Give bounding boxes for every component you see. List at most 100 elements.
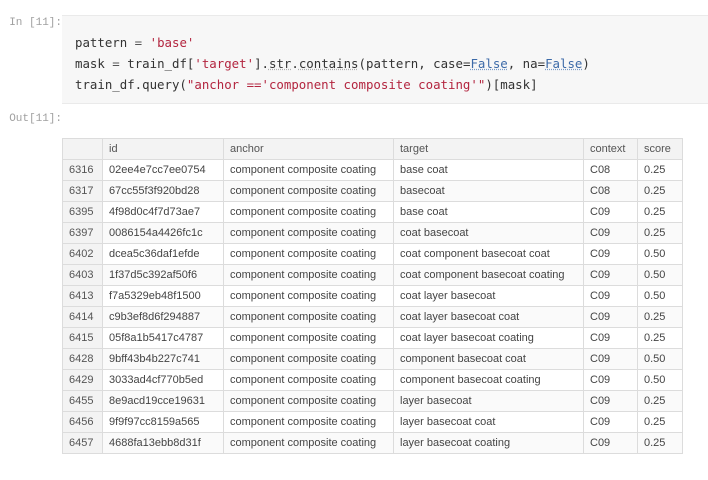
anchor-cell: component composite coating bbox=[223, 222, 394, 244]
anchor-cell: component composite coating bbox=[223, 180, 394, 202]
code-token: )[mask] bbox=[485, 77, 538, 92]
code-token: (pattern, case= bbox=[358, 56, 471, 71]
code-token: contains bbox=[298, 56, 359, 71]
id-cell: 9f9f97cc8159a565 bbox=[102, 411, 224, 433]
row-index-cell: 6455 bbox=[62, 390, 103, 412]
table-row: 6403 1f37d5c392af50f6 component composite … bbox=[62, 264, 683, 286]
code-token: str bbox=[268, 56, 292, 71]
code-token: train_df[ bbox=[127, 56, 195, 71]
target-cell: base coat bbox=[393, 201, 584, 223]
id-cell: f7a5329eb48f1500 bbox=[102, 285, 224, 307]
context-cell: C09 bbox=[583, 348, 638, 370]
anchor-cell: component composite coating bbox=[223, 306, 394, 328]
code-line-3: train_df.query("anchor =='component comp… bbox=[75, 74, 590, 95]
row-index-cell: 6397 bbox=[62, 222, 103, 244]
code-token: 'base' bbox=[149, 35, 195, 50]
code-token: , na= bbox=[507, 56, 546, 71]
score-cell: 0.25 bbox=[637, 306, 683, 328]
table-row: 6395 4f98d0c4f7d73ae7 component composite … bbox=[62, 201, 683, 223]
output-area: id anchor target context score 6316 02ee4… bbox=[62, 138, 683, 454]
target-cell: layer basecoat coat bbox=[393, 411, 584, 433]
code-token: = bbox=[104, 56, 128, 71]
context-cell: C09 bbox=[583, 306, 638, 328]
code-line-2: mask = train_df['target'].str.contains(p… bbox=[75, 53, 590, 74]
code-token: ]. bbox=[254, 56, 269, 71]
score-cell: 0.25 bbox=[637, 180, 683, 202]
context-cell: C08 bbox=[583, 159, 638, 181]
id-cell: dcea5c36daf1efde bbox=[102, 243, 224, 265]
anchor-cell: component composite coating bbox=[223, 369, 394, 391]
target-cell: component basecoat coating bbox=[393, 369, 584, 391]
row-index-cell: 6413 bbox=[62, 285, 103, 307]
row-index-cell: 6317 bbox=[62, 180, 103, 202]
score-cell: 0.25 bbox=[637, 390, 683, 412]
table-header: id anchor target context score bbox=[62, 138, 683, 160]
anchor-cell: component composite coating bbox=[223, 411, 394, 433]
score-cell: 0.25 bbox=[637, 432, 683, 454]
context-cell: C09 bbox=[583, 264, 638, 286]
table-row: 6428 9bff43b4b227c741 component composite … bbox=[62, 348, 683, 370]
table-row: 6316 02ee4e7cc7ee0754 component composite … bbox=[62, 159, 683, 181]
context-cell: C09 bbox=[583, 327, 638, 349]
row-index-cell: 6402 bbox=[62, 243, 103, 265]
row-index-cell: 6395 bbox=[62, 201, 103, 223]
target-cell: coat component basecoat coat bbox=[393, 243, 584, 265]
target-cell: component basecoat coat bbox=[393, 348, 584, 370]
id-cell: 4f98d0c4f7d73ae7 bbox=[102, 201, 224, 223]
target-cell: coat layer basecoat coat bbox=[393, 306, 584, 328]
code-token: "anchor =='component composite coating'" bbox=[186, 77, 486, 92]
target-cell: coat component basecoat coating bbox=[393, 264, 584, 286]
context-cell: C09 bbox=[583, 222, 638, 244]
code-token: False bbox=[470, 56, 508, 71]
code-lines: pattern = 'base' mask = train_df['target'… bbox=[75, 32, 590, 95]
target-cell: base coat bbox=[393, 159, 584, 181]
id-cell: 9bff43b4b227c741 bbox=[102, 348, 224, 370]
context-cell: C09 bbox=[583, 201, 638, 223]
table-row: 6415 05f8a1b5417c4787 component composite … bbox=[62, 327, 683, 349]
id-cell: 67cc55f3f920bd28 bbox=[102, 180, 224, 202]
id-cell: 02ee4e7cc7ee0754 bbox=[102, 159, 224, 181]
code-token: 'target' bbox=[194, 56, 255, 71]
context-cell: C09 bbox=[583, 432, 638, 454]
target-cell: layer basecoat bbox=[393, 390, 584, 412]
table-row: 6429 3033ad4cf770b5ed component composite … bbox=[62, 369, 683, 391]
target-cell: layer basecoat coating bbox=[393, 432, 584, 454]
score-cell: 0.25 bbox=[637, 159, 683, 181]
score-cell: 0.25 bbox=[637, 201, 683, 223]
header-context: context bbox=[583, 138, 638, 160]
header-row: id anchor target context score bbox=[62, 138, 683, 160]
output-prompt: Out[11]: bbox=[9, 113, 62, 125]
header-id: id bbox=[102, 138, 224, 160]
target-cell: basecoat bbox=[393, 180, 584, 202]
target-cell: coat basecoat bbox=[393, 222, 584, 244]
table-row: 6397 0086154a4426fc1c component composite … bbox=[62, 222, 683, 244]
header-anchor: anchor bbox=[223, 138, 394, 160]
table-row: 6413 f7a5329eb48f1500 component composite … bbox=[62, 285, 683, 307]
row-index-cell: 6415 bbox=[62, 327, 103, 349]
id-cell: 0086154a4426fc1c bbox=[102, 222, 224, 244]
anchor-cell: component composite coating bbox=[223, 348, 394, 370]
score-cell: 0.50 bbox=[637, 285, 683, 307]
context-cell: C09 bbox=[583, 285, 638, 307]
row-index-cell: 6428 bbox=[62, 348, 103, 370]
id-cell: 05f8a1b5417c4787 bbox=[102, 327, 224, 349]
table-row: 6457 4688fa13ebb8d31f component composite … bbox=[62, 432, 683, 454]
code-cell-editor[interactable]: pattern = 'base' mask = train_df['target'… bbox=[62, 15, 708, 104]
anchor-cell: component composite coating bbox=[223, 432, 394, 454]
table-row: 6414 c9b3ef8d6f294887 component composite … bbox=[62, 306, 683, 328]
score-cell: 0.25 bbox=[637, 222, 683, 244]
anchor-cell: component composite coating bbox=[223, 159, 394, 181]
id-cell: 3033ad4cf770b5ed bbox=[102, 369, 224, 391]
score-cell: 0.50 bbox=[637, 348, 683, 370]
context-cell: C09 bbox=[583, 243, 638, 265]
header-target: target bbox=[393, 138, 584, 160]
row-index-cell: 6316 bbox=[62, 159, 103, 181]
anchor-cell: component composite coating bbox=[223, 264, 394, 286]
row-index-cell: 6414 bbox=[62, 306, 103, 328]
score-cell: 0.50 bbox=[637, 243, 683, 265]
code-token: mask bbox=[75, 56, 105, 71]
code-line-1: pattern = 'base' bbox=[75, 32, 590, 53]
table-row: 6456 9f9f97cc8159a565 component composite … bbox=[62, 411, 683, 433]
context-cell: C09 bbox=[583, 411, 638, 433]
table-body: 6316 02ee4e7cc7ee0754 component composite … bbox=[62, 159, 683, 454]
